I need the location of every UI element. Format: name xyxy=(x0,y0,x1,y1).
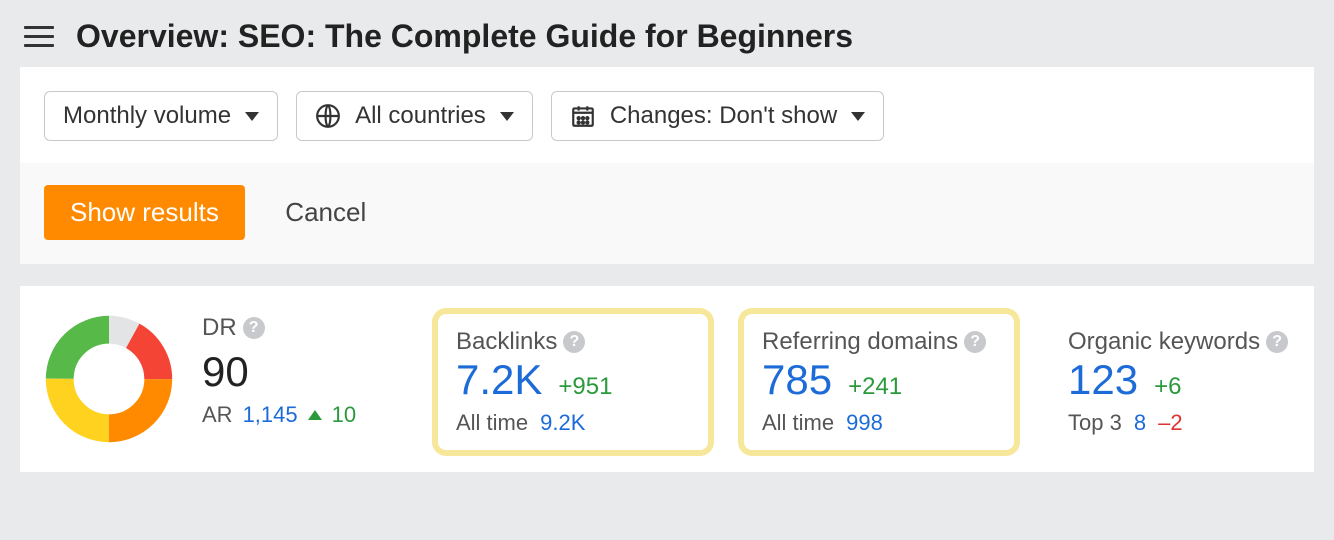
help-icon[interactable]: ? xyxy=(243,317,265,339)
globe-icon xyxy=(315,103,341,129)
filters-panel: Monthly volume All countries xyxy=(20,67,1314,264)
refdomains-delta: +241 xyxy=(848,373,902,401)
backlinks-value: 7.2K xyxy=(456,356,542,404)
ar-row: AR 1,145 10 xyxy=(202,402,402,428)
page-title: Overview: SEO: The Complete Guide for Be… xyxy=(76,18,853,55)
chevron-down-icon xyxy=(851,112,865,121)
volume-dropdown[interactable]: Monthly volume xyxy=(44,91,278,141)
changes-dropdown-label: Changes: Don't show xyxy=(610,102,837,130)
help-icon[interactable]: ? xyxy=(964,331,986,353)
filter-dropdowns: Monthly volume All countries xyxy=(44,91,1290,141)
filter-actions: Show results Cancel xyxy=(20,163,1314,264)
refdomains-alltime-value[interactable]: 998 xyxy=(846,410,883,436)
top-bar: Overview: SEO: The Complete Guide for Be… xyxy=(0,0,1334,67)
refdomains-alltime-label: All time xyxy=(762,410,834,436)
dr-column: DR ? 90 AR 1,145 10 xyxy=(202,314,402,428)
help-icon[interactable]: ? xyxy=(563,331,585,353)
backlinks-value-row: 7.2K +951 xyxy=(456,356,690,404)
refdomains-card[interactable]: Referring domains ? 785 +241 All time 99… xyxy=(744,314,1014,450)
ar-label: AR xyxy=(202,402,233,428)
changes-dropdown[interactable]: Changes: Don't show xyxy=(551,91,884,141)
backlinks-label-text: Backlinks xyxy=(456,328,557,356)
keywords-delta: +6 xyxy=(1154,373,1181,401)
keywords-label-text: Organic keywords xyxy=(1068,328,1260,356)
chevron-down-icon xyxy=(245,112,259,121)
keywords-value-row: 123 +6 xyxy=(1068,356,1302,404)
backlinks-card[interactable]: Backlinks ? 7.2K +951 All time 9.2K xyxy=(438,314,708,450)
volume-dropdown-label: Monthly volume xyxy=(63,102,231,130)
metrics-panel: DR ? 90 AR 1,145 10 Backlinks ? 7.2K +95… xyxy=(20,286,1314,472)
backlinks-alltime-value[interactable]: 9.2K xyxy=(540,410,585,436)
keywords-top3-value[interactable]: 8 xyxy=(1134,410,1146,436)
cancel-button[interactable]: Cancel xyxy=(285,197,366,228)
keywords-label: Organic keywords ? xyxy=(1068,328,1302,356)
dr-donut-chart xyxy=(44,314,174,444)
dr-label-text: DR xyxy=(202,314,237,342)
backlinks-alltime-label: All time xyxy=(456,410,528,436)
refdomains-label: Referring domains ? xyxy=(762,328,996,356)
countries-dropdown-label: All countries xyxy=(355,102,486,130)
dr-block: DR ? 90 AR 1,145 10 xyxy=(44,314,402,444)
refdomains-label-text: Referring domains xyxy=(762,328,958,356)
dr-label: DR ? xyxy=(202,314,402,342)
menu-icon[interactable] xyxy=(24,26,54,47)
dr-value: 90 xyxy=(202,348,402,396)
ar-delta: 10 xyxy=(332,402,356,428)
ar-value[interactable]: 1,145 xyxy=(243,402,298,428)
refdomains-alltime-row: All time 998 xyxy=(762,410,996,436)
backlinks-alltime-row: All time 9.2K xyxy=(456,410,690,436)
show-results-button[interactable]: Show results xyxy=(44,185,245,240)
calendar-icon xyxy=(570,103,596,129)
keywords-top3-delta: –2 xyxy=(1158,410,1182,436)
backlinks-delta: +951 xyxy=(558,373,612,401)
chevron-down-icon xyxy=(500,112,514,121)
triangle-up-icon xyxy=(308,410,322,420)
keywords-card[interactable]: Organic keywords ? 123 +6 Top 3 8 –2 xyxy=(1050,314,1320,450)
countries-dropdown[interactable]: All countries xyxy=(296,91,533,141)
keywords-top3-label: Top 3 xyxy=(1068,410,1122,436)
help-icon[interactable]: ? xyxy=(1266,331,1288,353)
refdomains-value: 785 xyxy=(762,356,832,404)
refdomains-value-row: 785 +241 xyxy=(762,356,996,404)
keywords-top3-row: Top 3 8 –2 xyxy=(1068,410,1302,436)
keywords-value: 123 xyxy=(1068,356,1138,404)
backlinks-label: Backlinks ? xyxy=(456,328,690,356)
